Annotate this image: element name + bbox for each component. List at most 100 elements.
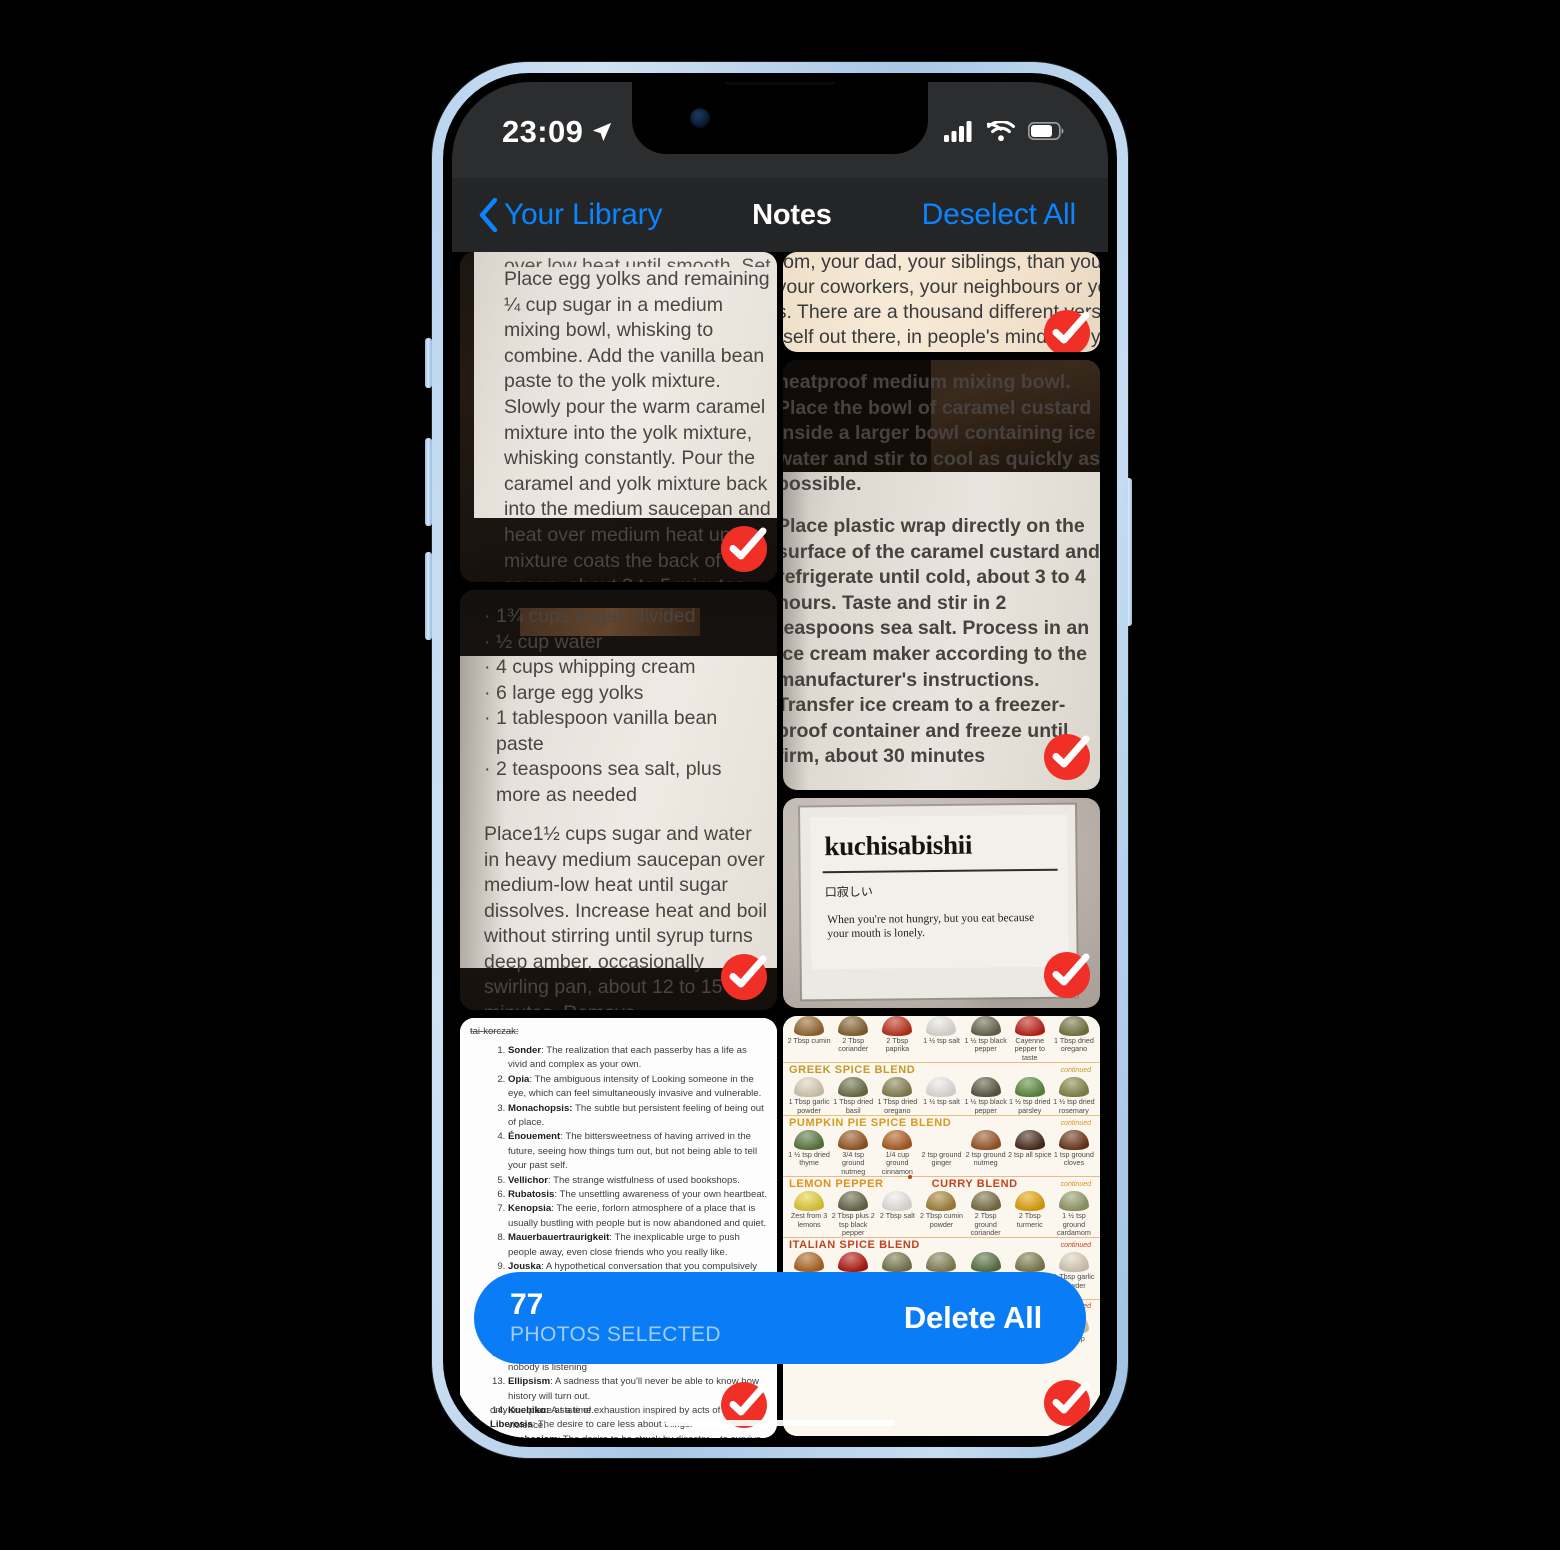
term: Rubatosis <box>508 1189 555 1201</box>
spice-pile-icon <box>926 1191 957 1212</box>
card-face: kuchisabishii 口寂しい When you're not hungr… <box>810 814 1069 970</box>
spice-pile-icon <box>1058 1077 1089 1098</box>
delete-all-button[interactable]: Delete All <box>904 1300 1042 1336</box>
spice-label: 2 Tbsp turmeric <box>1016 1211 1043 1229</box>
spice-label: 1 ½ tsp ground cardamom <box>1056 1211 1091 1238</box>
spice-pile-icon <box>1058 1252 1089 1273</box>
list-item: 6 large egg yolks <box>484 681 769 707</box>
photo-thumbnail-recipe-chill-steps[interactable]: heatproof medium mixing bowl. Place the … <box>783 360 1100 790</box>
spice-pile-icon <box>882 1191 913 1212</box>
spice-item: 2 tsp ground nutmeg <box>964 1130 1008 1176</box>
spice-item: 1 ½ tsp salt <box>919 1016 963 1062</box>
spice-row: 1 Tbsp garlic powder 1 Tbsp dried basil 1 … <box>783 1077 1100 1115</box>
spice-pile-icon <box>970 1130 1001 1151</box>
checkmark-icon <box>1052 953 1090 986</box>
spice-pile-icon <box>1014 1252 1045 1273</box>
page-title: Notes <box>752 198 832 231</box>
volume-down-button[interactable] <box>425 552 432 640</box>
chevron-left-icon <box>479 198 498 232</box>
list-item: 1¾ cups sugar, divided <box>484 604 769 630</box>
spice-item: 1 ½ tsp salt <box>919 1077 963 1115</box>
term: Énouement <box>508 1131 561 1143</box>
list-item: Rubatosis: The unsettling awareness of y… <box>508 1188 767 1202</box>
spice-blend-header: PUMPKIN PIE SPICE BLEND continued <box>783 1115 1100 1130</box>
spice-pile-icon <box>794 1252 825 1273</box>
photo-text: heatproof medium mixing bowl. Place the … <box>783 370 1100 770</box>
term: Monachopsis: <box>508 1102 573 1114</box>
spice-label: 2 tsp all spice <box>1008 1150 1052 1160</box>
deselect-all-button[interactable]: Deselect All <box>922 198 1077 232</box>
spice-pile-icon <box>882 1077 913 1098</box>
selection-badge[interactable] <box>1044 952 1090 998</box>
wifi-icon <box>987 120 1015 141</box>
navigation-bar: Your Library Notes Deselect All <box>452 178 1108 252</box>
term: Jouska <box>508 1261 542 1273</box>
selection-badge[interactable] <box>1044 310 1090 352</box>
spice-row: Zest from 3 lemons 2 Tbsp plus 2 tsp blac… <box>783 1191 1100 1237</box>
photo-thumbnail-recipe-ingredients[interactable]: 1¾ cups sugar, divided ½ cup water 4 cup… <box>460 590 777 1010</box>
spice-label: 1/4 cup ground cinnamon <box>881 1150 913 1176</box>
spice-label: Zest from 3 lemons <box>790 1211 828 1229</box>
selection-action-bar: 77 PHOTOS SELECTED Delete All <box>474 1272 1086 1364</box>
earpiece-speaker-icon <box>724 82 836 85</box>
selection-badge[interactable] <box>721 526 767 572</box>
selected-count: 77 <box>510 1288 544 1322</box>
selection-badge[interactable] <box>1044 734 1090 780</box>
definition: : The strange wistfulness of used booksh… <box>548 1174 740 1186</box>
spice-item: 1 ½ tsp dried rosemary <box>1052 1077 1096 1115</box>
home-indicator[interactable] <box>665 1420 895 1426</box>
spice-label: 1 ½ tsp salt <box>923 1036 960 1045</box>
spice-label: 2 Tbsp plus 2 tsp black pepper <box>831 1211 875 1238</box>
list-item: Lachesism: The desire to be struck by di… <box>508 1433 767 1438</box>
spice-label: 1 ½ tsp dried rosemary <box>1053 1097 1095 1115</box>
spice-label: 1 Tbsp dried basil <box>833 1097 874 1115</box>
definition: : The realization that each passerby has… <box>508 1045 747 1071</box>
spice-item: 2 Tbsp turmeric <box>1008 1191 1052 1237</box>
photo-thumbnail-thousand-versions-quote[interactable]: r mom, your dad, your siblings, than you… <box>783 252 1100 352</box>
spice-pile-icon <box>1014 1191 1045 1212</box>
spice-item: 2 Tbsp salt <box>875 1191 919 1237</box>
silent-switch-button[interactable] <box>425 338 432 388</box>
spice-label: 1 tsp ground cloves <box>1053 1150 1094 1168</box>
quote-line: to your coworkers, your neighbours or yo <box>783 276 1100 298</box>
spice-label: 2 Tbsp salt <box>879 1211 915 1221</box>
spice-label: 1 ½ tsp dried parsley <box>1008 1097 1051 1115</box>
definition: : The ambiguous intensity of Looking som… <box>508 1073 762 1100</box>
photo-grid[interactable]: over low heat until smooth. Set aside. P… <box>452 252 1108 1438</box>
photo-grid-column-right: r mom, your dad, your siblings, than you… <box>783 252 1100 1438</box>
spice-pile-icon <box>838 1252 869 1273</box>
selection-badge[interactable] <box>1044 1380 1090 1426</box>
list-item: Opia: The ambiguous intensity of Looking… <box>508 1073 767 1102</box>
spice-pile-icon <box>970 1191 1001 1212</box>
continued-label: continued <box>1057 1241 1094 1249</box>
list-item: ½ cup water <box>484 630 769 656</box>
term: Ellipsism <box>508 1376 551 1388</box>
photo-text-cut-line: over low heat until smooth. Set aside. <box>504 255 771 267</box>
spice-item: 1 ½ tsp black pepper <box>964 1077 1008 1115</box>
selection-summary: 77 PHOTOS SELECTED <box>510 1289 721 1347</box>
list-item: 4 cups whipping cream <box>484 655 769 681</box>
spice-label: 1 Tbsp garlic powder <box>788 1097 830 1115</box>
spice-pile-icon <box>926 1016 957 1036</box>
phone-device-frame: 23:09 Your Library Notes Deselect All ov… <box>432 62 1128 1458</box>
spice-blend-title: ITALIAN SPICE BLEND <box>783 1239 926 1252</box>
spice-blend-header: LEMON PEPPER CURRY BLEND continued <box>783 1174 1100 1191</box>
photo-thumbnail-kuchisabishii-card[interactable]: kuchisabishii 口寂しい When you're not hungr… <box>783 798 1100 1008</box>
spice-label: 1 ½ tsp salt <box>923 1097 960 1107</box>
back-button-label: Your Library <box>504 198 663 231</box>
photo-thumbnail-recipe-custard-steps[interactable]: over low heat until smooth. Set aside. P… <box>460 252 777 582</box>
card-japanese: 口寂しい <box>824 884 873 900</box>
continued-label: continued <box>1057 1180 1094 1188</box>
back-button[interactable]: Your Library <box>478 198 662 232</box>
ingredient-list: 1¾ cups sugar, divided ½ cup water 4 cup… <box>484 604 769 808</box>
photo-thumbnail-spice-blend-chart[interactable]: 2 Tbsp cumin 2 Tbsp coriander 2 Tbsp papri… <box>783 1016 1100 1436</box>
definition: : The unsettling awareness of your own h… <box>554 1189 768 1201</box>
cellular-bars-icon <box>944 121 972 142</box>
selection-badge[interactable] <box>721 954 767 1000</box>
spice-label: 1 Tbsp dried oregano <box>877 1097 918 1115</box>
spice-item: 2 Tbsp plus 2 tsp black pepper <box>831 1191 875 1237</box>
spice-pile-icon <box>1014 1130 1045 1151</box>
spice-blend-title-secondary: CURRY BLEND <box>925 1178 1024 1191</box>
volume-up-button[interactable] <box>425 438 432 526</box>
photo-thumbnail-obscure-sorrows-wordlist[interactable]: tai-korczak: Sonder: The realization tha… <box>460 1018 777 1438</box>
